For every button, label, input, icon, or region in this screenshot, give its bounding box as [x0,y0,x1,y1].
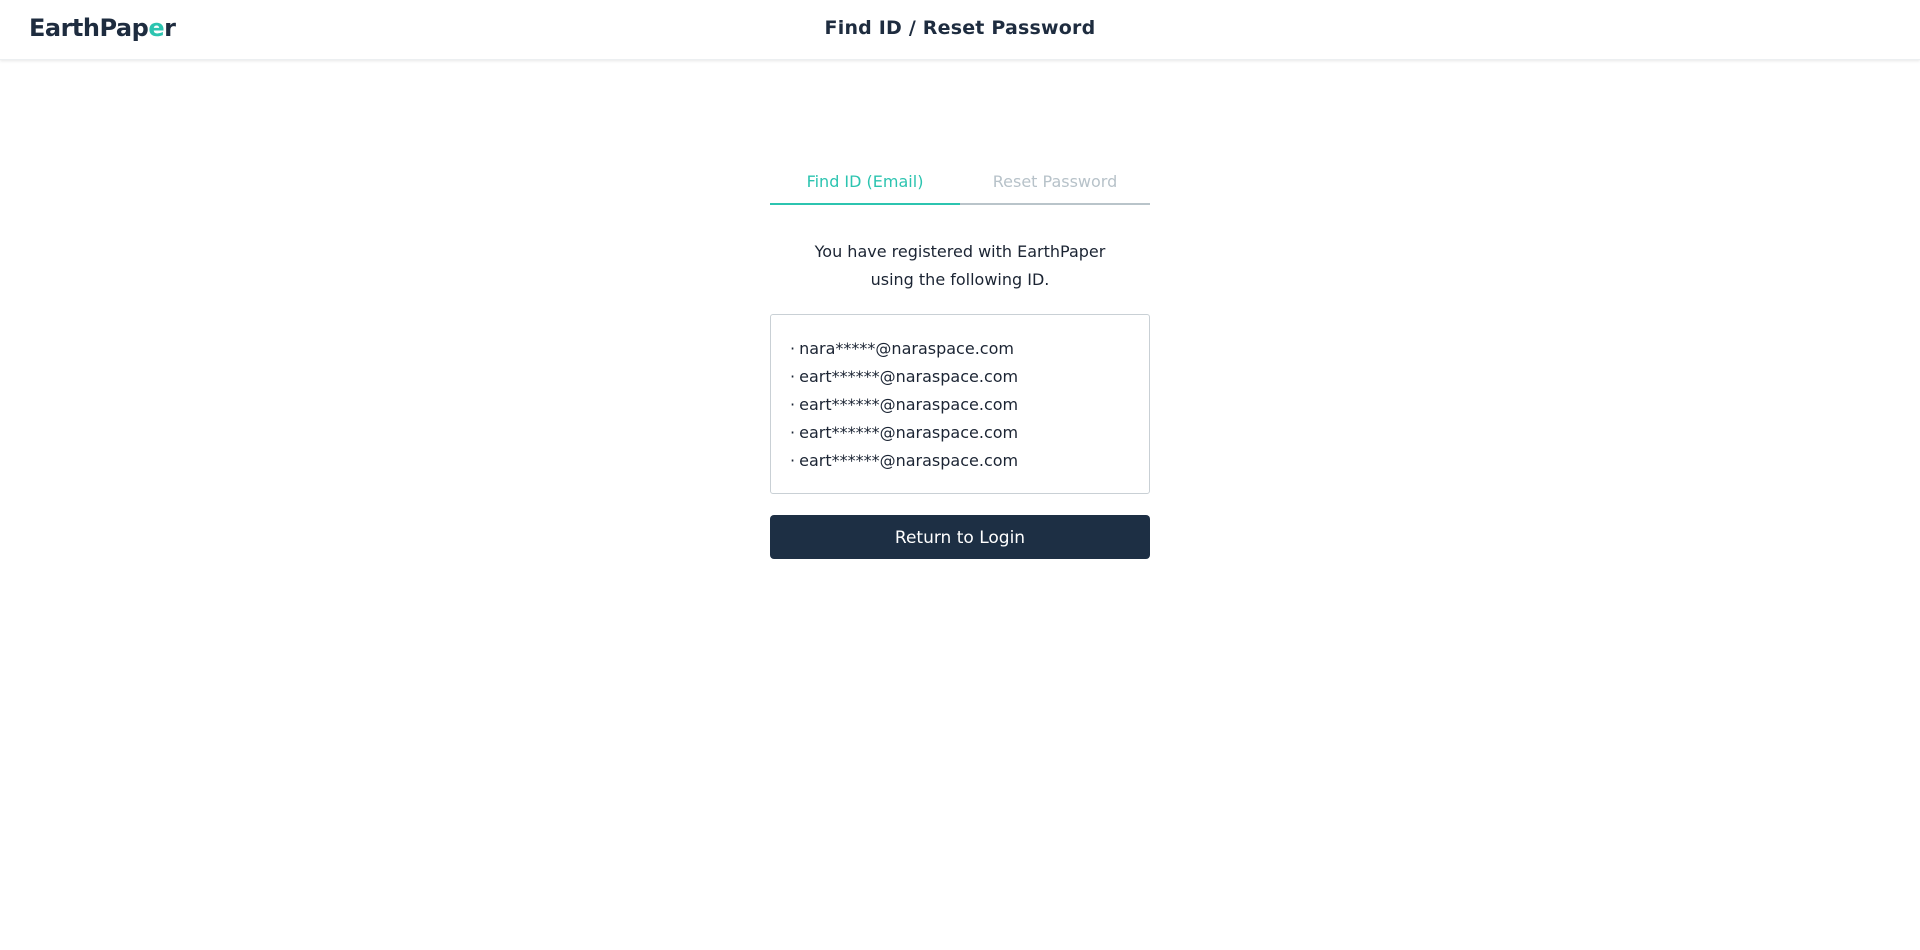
bullet-icon: · [790,367,796,386]
list-item: · eart******@naraspace.com [790,363,1130,391]
result-message: You have registered with EarthPaper usin… [770,238,1150,294]
result-message-line-2: using the following ID. [870,270,1050,289]
tab-bar: Find ID (Email) Reset Password [770,164,1150,205]
bullet-icon: · [790,339,796,358]
result-message-line-1: You have registered with EarthPaper [814,242,1106,261]
header-bar: EarthPaper Find ID / Reset Password [0,0,1920,60]
masked-email: eart******@naraspace.com [799,367,1019,386]
return-to-login-button[interactable]: Return to Login [770,515,1150,559]
tab-reset-password[interactable]: Reset Password [960,164,1150,203]
masked-email: eart******@naraspace.com [799,451,1019,470]
list-item: · eart******@naraspace.com [790,447,1130,475]
found-id-list: · nara*****@naraspace.com · eart******@nar… [770,314,1150,494]
bullet-icon: · [790,451,796,470]
bullet-icon: · [790,395,796,414]
tab-find-id[interactable]: Find ID (Email) [770,164,960,205]
bullet-icon: · [790,423,796,442]
list-item: · eart******@naraspace.com [790,391,1130,419]
list-item: · eart******@naraspace.com [790,419,1130,447]
masked-email: eart******@naraspace.com [799,395,1019,414]
page-title: Find ID / Reset Password [824,17,1096,39]
masked-email: eart******@naraspace.com [799,423,1019,442]
masked-email: nara*****@naraspace.com [799,339,1014,358]
list-item: · nara*****@naraspace.com [790,335,1130,363]
find-id-panel: Find ID (Email) Reset Password You have … [770,164,1150,559]
